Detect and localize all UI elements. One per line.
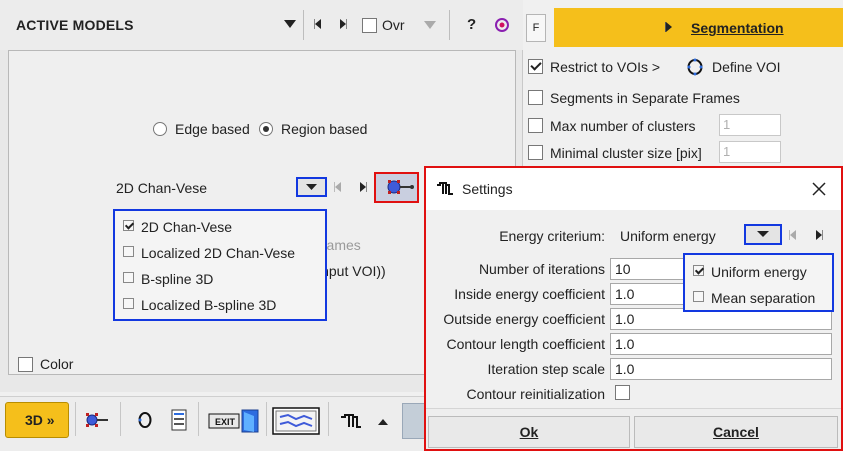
energy-previous-icon[interactable]	[788, 229, 798, 241]
ovr-label: Ovr	[382, 17, 405, 33]
model-tool-icon[interactable]	[82, 410, 110, 430]
ghost-input-voi-text: input VOI))	[318, 263, 386, 279]
separator	[266, 402, 267, 436]
play-icon	[665, 22, 673, 32]
ovr-checkbox[interactable]	[362, 18, 377, 33]
contour-length-label: Contour length coefficient	[446, 336, 605, 352]
energy-criterium-value[interactable]: Uniform energy	[620, 228, 716, 244]
active-models-header: ACTIVE MODELS Ovr ?	[0, 0, 523, 50]
overview-icon[interactable]	[272, 407, 320, 435]
energy-next-icon[interactable]	[814, 229, 824, 241]
option-checkbox	[693, 291, 704, 302]
model-dropdown-value[interactable]: 2D Chan-Vese	[116, 180, 207, 196]
close-icon[interactable]	[812, 182, 826, 196]
3d-button-label: 3D »	[25, 412, 55, 428]
document-icon[interactable]	[171, 409, 187, 431]
model-next-icon[interactable]	[358, 181, 368, 193]
separator	[328, 402, 329, 436]
next-icon[interactable]	[338, 18, 348, 30]
separate-frames-checkbox[interactable]	[528, 90, 543, 105]
option-checkbox	[693, 265, 704, 276]
ok-button[interactable]: Ok	[428, 416, 630, 448]
target-icon[interactable]	[494, 17, 510, 33]
segmentation-label: Segmentation	[691, 20, 784, 36]
edge-based-label: Edge based	[175, 121, 250, 137]
exit-text: EXIT	[215, 417, 236, 427]
inside-energy-label: Inside energy coefficient	[454, 286, 605, 302]
help-button[interactable]: ?	[467, 16, 476, 33]
region-based-radio[interactable]	[259, 122, 273, 136]
partial-toolbar-button[interactable]	[402, 403, 426, 439]
min-cluster-label: Minimal cluster size [pix]	[550, 145, 702, 161]
inside-energy-input[interactable]: 1.0	[610, 283, 690, 305]
define-voi-icon[interactable]	[686, 58, 704, 76]
energy-criterium-label: Energy criterium:	[499, 228, 605, 244]
option-label: Localized B-spline 3D	[141, 297, 277, 313]
iterations-input[interactable]: 10	[610, 258, 690, 280]
separator	[75, 402, 76, 436]
separator	[303, 10, 304, 40]
panel-title: ACTIVE MODELS	[16, 17, 134, 33]
edge-based-radio[interactable]	[153, 122, 167, 136]
separator	[198, 402, 199, 436]
region-based-label: Region based	[281, 121, 368, 137]
option-checkbox	[123, 246, 134, 257]
restrict-vois-label: Restrict to VOIs >	[550, 59, 661, 75]
option-label: Mean separation	[711, 290, 816, 306]
option-checkbox	[123, 298, 134, 309]
collapse-up-icon[interactable]	[377, 417, 389, 427]
separator	[120, 402, 121, 436]
option-checkbox	[123, 272, 134, 283]
max-clusters-label: Max number of clusters	[550, 118, 696, 134]
separator	[449, 10, 450, 40]
f-button[interactable]: F	[526, 14, 546, 42]
models-menu-dropdown-icon[interactable]	[283, 18, 297, 30]
3d-button[interactable]: 3D »	[5, 402, 69, 438]
color-label: Color	[40, 356, 74, 372]
model-options-list: 2D Chan-Vese Localized 2D Chan-Vese B-sp…	[113, 209, 327, 321]
segmentation-button[interactable]: Segmentation	[554, 8, 843, 47]
energy-dropdown-button[interactable]	[744, 224, 782, 245]
option-label: Localized 2D Chan-Vese	[141, 245, 296, 261]
pulse-icon[interactable]	[340, 413, 362, 429]
min-cluster-checkbox[interactable]	[528, 145, 543, 160]
energy-options-list: Uniform energy Mean separation	[683, 253, 834, 312]
option-checkbox	[123, 220, 134, 231]
ovr-dropdown-icon[interactable]	[423, 19, 437, 31]
max-clusters-checkbox[interactable]	[528, 118, 543, 133]
option-label: B-spline 3D	[141, 271, 214, 287]
model-settings-button[interactable]	[374, 172, 419, 203]
model-previous-icon[interactable]	[333, 181, 343, 193]
define-voi-label[interactable]: Define VOI	[712, 59, 780, 75]
iterations-label: Number of iterations	[478, 261, 605, 277]
max-clusters-input[interactable]: 1	[719, 114, 781, 136]
cancel-button[interactable]: Cancel	[634, 416, 838, 448]
iteration-step-input[interactable]: 1.0	[610, 358, 832, 380]
min-cluster-input[interactable]: 1	[719, 141, 781, 163]
previous-icon[interactable]	[313, 18, 323, 30]
contour-length-input[interactable]: 1.0	[610, 333, 832, 355]
outside-energy-label: Outside energy coefficient	[443, 311, 605, 327]
dialog-titlebar: Settings	[426, 168, 841, 210]
model-dropdown-button[interactable]	[296, 177, 327, 197]
reinitialization-label: Contour reinitialization	[466, 386, 605, 402]
iteration-step-label: Iteration step scale	[487, 361, 605, 377]
option-label: Uniform energy	[711, 264, 807, 280]
separate-frames-label: Segments in Separate Frames	[550, 90, 740, 106]
reinitialization-checkbox[interactable]	[615, 385, 630, 400]
option-label: 2D Chan-Vese	[141, 219, 233, 235]
app-pulse-icon	[436, 182, 454, 196]
restrict-vois-checkbox[interactable]	[528, 59, 543, 74]
color-checkbox[interactable]	[18, 357, 33, 372]
exit-icon[interactable]: EXIT	[208, 408, 260, 434]
voi-contour-icon[interactable]	[136, 411, 154, 429]
dialog-title: Settings	[462, 181, 513, 197]
